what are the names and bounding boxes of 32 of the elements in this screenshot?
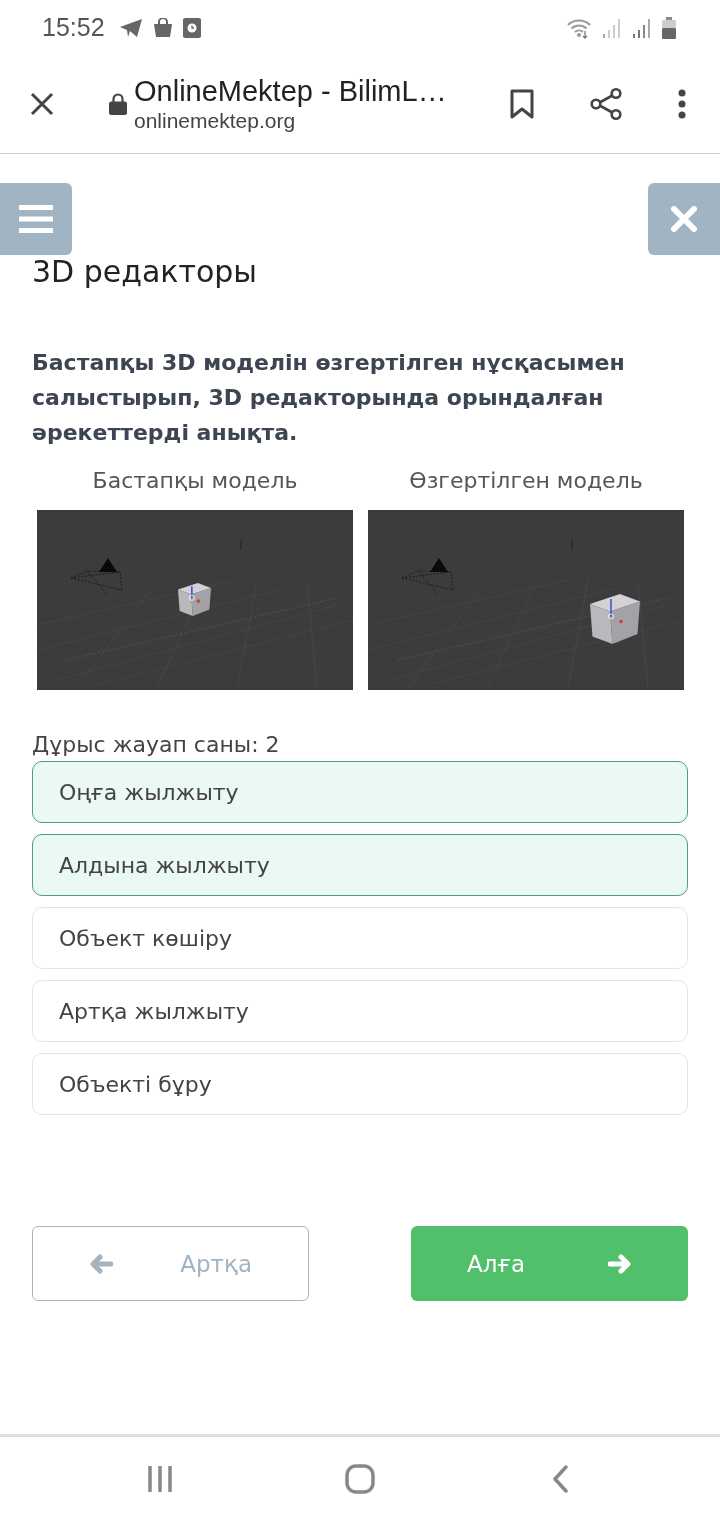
answer-option[interactable]: Артқа жылжыту [32, 980, 688, 1042]
question-text: Бастапқы 3D моделін өзгертілген нұсқасымен салыстырып, 3D редакторында орындалған әрекеттерді анықта. [32, 349, 626, 447]
chevron-left-icon [552, 1464, 568, 1493]
more-icon [678, 89, 686, 119]
three-bars-icon [147, 1465, 173, 1492]
menu-icon [19, 205, 53, 233]
close-icon [30, 92, 54, 116]
status-time: 15:52 [42, 13, 105, 42]
bag-icon [152, 17, 173, 38]
lock-icon [109, 93, 127, 115]
close-icon [671, 206, 697, 232]
page-title: OnlineMektep - BilimL… [134, 74, 448, 108]
share-icon [589, 87, 623, 121]
battery-icon [662, 16, 676, 39]
bookmark-icon [510, 89, 534, 119]
signal-icon [602, 17, 622, 38]
answer-count: Дұрыс жауап саны: 2 [32, 731, 281, 759]
home-icon [345, 1463, 375, 1494]
signal-icon [632, 17, 652, 38]
answer-option[interactable]: Оңға жылжыту [32, 761, 688, 823]
image-caption: Бастапқы модель [92, 467, 298, 495]
answer-option[interactable]: Объекті бұру [32, 1053, 688, 1115]
paper-plane-icon [118, 17, 143, 38]
clock-icon [182, 17, 201, 38]
lesson-title: 3D редакторы [32, 254, 259, 290]
arrow-right-icon [608, 1253, 632, 1274]
answer-option[interactable]: Алдына жылжыту [32, 834, 688, 896]
image-caption: Өзгертілген модель [409, 467, 643, 495]
answer-option[interactable]: Объект көшіру [32, 907, 688, 969]
arrow-left-icon [89, 1253, 113, 1274]
menu-button[interactable] [0, 183, 72, 255]
url-text: onlinemektep.org [134, 108, 297, 134]
